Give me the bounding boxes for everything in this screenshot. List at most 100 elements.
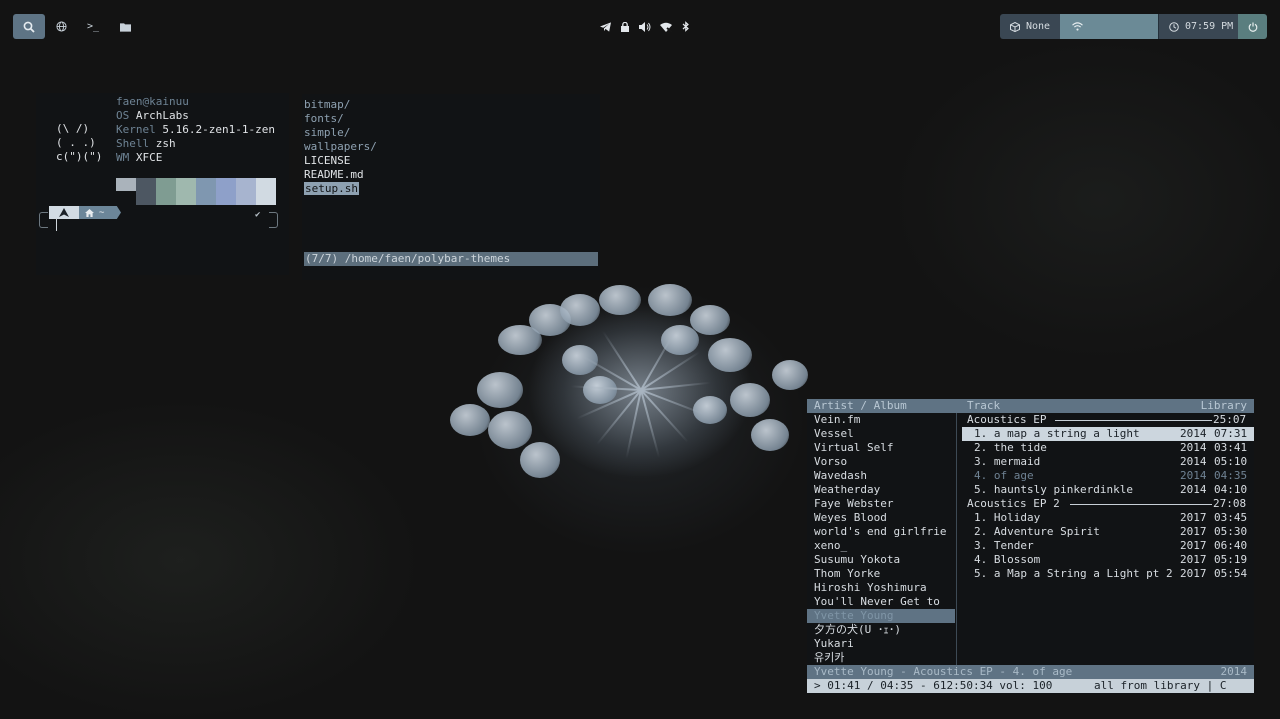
info-row: WM XFCE <box>116 151 163 164</box>
color-palette <box>116 178 276 205</box>
track-title: 2. Adventure Spirit <box>974 525 1100 538</box>
now-playing-bar: Yvette Young - Acoustics EP - 4. of age … <box>807 665 1254 679</box>
color-swatch <box>236 178 256 205</box>
artist-item[interactable]: You'll Never Get to <box>807 595 955 609</box>
artist-item[interactable]: Virtual Self <box>807 441 955 455</box>
track-title: 1. a map a string a light <box>974 427 1140 440</box>
track-row[interactable]: 2. the tide 2014 03:41 <box>960 441 1254 455</box>
flower-petal <box>520 442 560 478</box>
artist-item[interactable]: Weyes Blood <box>807 511 955 525</box>
artist-album-header[interactable]: Artist / Album <box>814 399 907 413</box>
track-row[interactable]: 1. a map a string a light 2014 07:31 <box>962 427 1254 441</box>
track-row[interactable]: 5. a Map a String a Light pt 2 2017 05:54 <box>960 567 1254 581</box>
vpn-label: None <box>1026 21 1051 32</box>
clock-module[interactable]: 07:59 PM <box>1158 14 1238 39</box>
files-button[interactable] <box>109 14 141 39</box>
album-name: Acoustics EP <box>967 413 1047 426</box>
track-duration: 04:35 <box>1214 469 1248 482</box>
artist-item[interactable]: Hiroshi Yoshimura <box>807 581 955 595</box>
track-row[interactable]: 5. hauntsly pinkerdinkle 2014 04:10 <box>960 483 1254 497</box>
system-info: faen@kainuu OS ArchLabs Kernel 5.16.2-ze… <box>116 95 275 165</box>
track-year: 2014 <box>1180 469 1207 482</box>
artist-item[interactable]: Vein.fm <box>807 413 955 427</box>
color-swatch <box>156 178 176 205</box>
music-player-window[interactable]: Artist / Album Track Library Vein.fm Vess… <box>807 399 1254 694</box>
track-list: Acoustics EP 25:07 1. a map a string a lig… <box>960 413 1254 581</box>
vpn-module[interactable]: None <box>1000 14 1060 39</box>
artist-item[interactable]: Faye Webster <box>807 497 955 511</box>
flower-petal <box>690 305 730 335</box>
color-swatch <box>116 178 136 191</box>
artist-item[interactable]: Susumu Yokota <box>807 553 955 567</box>
power-button[interactable] <box>1238 14 1267 39</box>
artist-item[interactable]: Weatherday <box>807 483 955 497</box>
flower-petal <box>488 411 532 449</box>
track-title: 4. of age <box>974 469 1034 482</box>
track-row[interactable]: 4. Blossom 2017 05:19 <box>960 553 1254 567</box>
telegram-icon[interactable] <box>600 21 611 32</box>
track-year: 2017 <box>1180 539 1207 552</box>
library-header[interactable]: Library <box>1201 399 1247 413</box>
track-header[interactable]: Track <box>967 399 1000 413</box>
prompt-bracket-left <box>39 212 48 228</box>
track-row[interactable]: 1. Holiday 2017 03:45 <box>960 511 1254 525</box>
album-duration: 25:07 <box>1213 413 1247 426</box>
cube-icon <box>1010 21 1020 32</box>
now-playing-year: 2014 <box>1220 665 1248 678</box>
list-item[interactable]: bitmap/ <box>304 98 377 112</box>
list-item[interactable]: wallpapers/ <box>304 140 377 154</box>
ascii-bunny: (\ /)( . .) c(")(") <box>56 122 103 163</box>
artist-item[interactable]: world's end girlfrie <box>807 525 955 539</box>
track-duration: 04:10 <box>1214 483 1248 496</box>
list-item[interactable]: LICENSE <box>304 154 377 168</box>
file-manager-window[interactable]: bitmap/ fonts/ simple/ wallpapers/ LICEN… <box>302 94 600 280</box>
track-duration: 05:10 <box>1214 455 1248 468</box>
shell-prompt: ~ <box>49 206 121 219</box>
home-icon <box>85 208 94 217</box>
artist-item[interactable]: 유키카 <box>807 651 955 665</box>
file-manager-status: (7/7) /home/faen/polybar-themes <box>304 252 598 266</box>
track-row[interactable]: 3. Tender 2017 06:40 <box>960 539 1254 553</box>
player-command-line[interactable]: > 01:41 / 04:35 - 612:50:34 vol: 100 all… <box>807 679 1254 693</box>
terminal-icon: >_ <box>86 21 100 32</box>
track-row[interactable]: 4. of age 2014 04:35 <box>960 469 1254 483</box>
player-header: Artist / Album Track Library <box>807 399 1254 413</box>
artist-item[interactable]: Wavedash <box>807 469 955 483</box>
search-button[interactable] <box>13 14 45 39</box>
track-title: 4. Blossom <box>974 553 1041 566</box>
artist-item[interactable]: Yukari <box>807 637 955 651</box>
track-row[interactable]: 3. mermaid 2014 05:10 <box>960 455 1254 469</box>
artist-item[interactable]: Yvette Young <box>807 609 955 623</box>
lock-icon[interactable] <box>620 21 629 32</box>
prompt-bracket-right <box>269 212 278 228</box>
artist-item[interactable]: 夕方の犬(U ･ｪ･) <box>807 623 955 637</box>
color-swatch <box>176 178 196 205</box>
flower-petal <box>648 284 692 316</box>
album-row[interactable]: Acoustics EP 2 27:08 <box>960 497 1254 511</box>
track-title: 5. a Map a String a Light pt 2 <box>974 567 1173 580</box>
track-year: 2017 <box>1180 525 1207 538</box>
flower-petal <box>708 338 752 372</box>
volume-icon[interactable] <box>638 21 651 32</box>
album-row[interactable]: Acoustics EP 25:07 <box>960 413 1254 427</box>
terminal-button[interactable]: >_ <box>77 14 109 39</box>
flower-petal <box>599 285 641 315</box>
browser-button[interactable] <box>45 14 77 39</box>
bluetooth-icon[interactable] <box>682 21 690 32</box>
list-item[interactable]: fonts/ <box>304 112 377 126</box>
artist-item[interactable]: Thom Yorke <box>807 567 955 581</box>
artist-item[interactable]: Vessel <box>807 427 955 441</box>
wifi-icon <box>1072 22 1083 31</box>
artist-item[interactable]: xeno_ <box>807 539 955 553</box>
track-title: 1. Holiday <box>974 511 1041 524</box>
track-row[interactable]: 2. Adventure Spirit 2017 05:30 <box>960 525 1254 539</box>
artist-item[interactable]: Vorso <box>807 455 955 469</box>
track-duration: 05:19 <box>1214 553 1248 566</box>
selected-file[interactable]: setup.sh <box>304 182 359 195</box>
list-item[interactable]: simple/ <box>304 126 377 140</box>
text-cursor <box>56 218 57 231</box>
network-icon[interactable] <box>660 22 673 32</box>
fetch-terminal[interactable]: (\ /)( . .) c(")(") faen@kainuu OS ArchLa… <box>36 93 289 275</box>
list-item[interactable]: README.md <box>304 168 377 182</box>
wifi-module[interactable] <box>1060 14 1158 39</box>
